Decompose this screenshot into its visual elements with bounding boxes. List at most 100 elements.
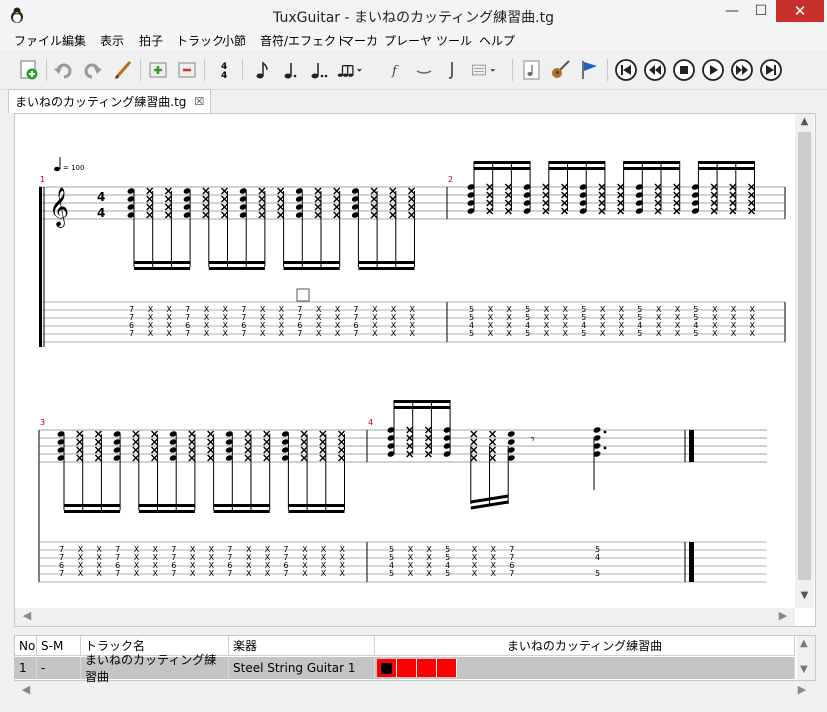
menu-tools[interactable]: ツール: [436, 32, 472, 49]
rest-icon[interactable]: [439, 57, 465, 83]
scroll-right-arrow-icon[interactable]: ▶: [775, 609, 791, 622]
note-head: [507, 439, 515, 445]
track-no[interactable]: 1: [15, 657, 37, 679]
menu-edit[interactable]: 編集: [62, 32, 86, 49]
add-measure-icon[interactable]: [145, 57, 171, 83]
eighth-note-icon[interactable]: [249, 57, 275, 83]
track-instrument[interactable]: Steel String Guitar 1: [229, 657, 375, 679]
tab-fret-number: 5: [445, 569, 450, 578]
note-head: [146, 211, 154, 219]
note-head: [408, 187, 415, 195]
close-button[interactable]: ✕: [776, 0, 824, 22]
tab-fret-number: X: [472, 569, 478, 578]
note-head: [76, 454, 84, 462]
track-dropdown-icon[interactable]: [470, 57, 496, 83]
menu-track[interactable]: トラック: [176, 32, 224, 49]
track-scroll-left-icon[interactable]: ◀: [18, 683, 34, 696]
header-no[interactable]: No: [15, 636, 37, 656]
svg-text:4: 4: [221, 71, 227, 81]
next-icon[interactable]: [729, 57, 755, 83]
tab-fret-number: X: [153, 569, 159, 578]
menu-composition[interactable]: 拍子: [139, 32, 163, 49]
menu-help[interactable]: ヘルプ: [479, 32, 515, 49]
minimize-button[interactable]: —: [718, 0, 746, 22]
horizontal-scrollbar[interactable]: ◀ ▶: [15, 608, 795, 626]
play-icon[interactable]: [700, 57, 726, 83]
tab-fret-number: 5: [637, 329, 642, 338]
track-name[interactable]: まいねのカッティング練習曲: [81, 653, 229, 684]
redo-icon[interactable]: [79, 57, 105, 83]
note-head: [258, 203, 266, 211]
track-scroll-down-icon[interactable]: ▼: [800, 664, 808, 675]
document-tab-label: まいねのカッティング練習曲.tg: [15, 95, 187, 109]
tab-fret-number: 7: [297, 329, 302, 338]
header-instrument[interactable]: 楽器: [229, 636, 375, 656]
note-head: [338, 446, 345, 454]
beam: [548, 161, 605, 164]
vertical-scroll-thumb[interactable]: [798, 132, 811, 580]
note-head: [221, 187, 228, 195]
note-head: [263, 454, 271, 462]
track-table-scrollbar[interactable]: ▲ ▼: [797, 636, 815, 680]
tab-fret-number: X: [619, 329, 625, 338]
double-dotted-note-icon[interactable]: [305, 57, 331, 83]
tuplet-icon[interactable]: [336, 57, 362, 83]
guitar-icon[interactable]: [547, 57, 573, 83]
note-head: [151, 430, 158, 438]
undo-icon[interactable]: [51, 57, 77, 83]
menu-note-effect[interactable]: 音符/エフェクト: [260, 32, 348, 49]
note-head: [507, 431, 515, 437]
beam: [623, 161, 680, 164]
beam: [64, 504, 121, 507]
measure-cell-4[interactable]: [437, 659, 457, 677]
dynamics-icon[interactable]: f: [383, 57, 409, 83]
last-icon[interactable]: [758, 57, 784, 83]
note-head: [489, 438, 496, 446]
track-scroll-up-icon[interactable]: ▲: [800, 638, 808, 649]
new-file-icon[interactable]: [16, 57, 42, 83]
tie-icon[interactable]: [411, 57, 437, 83]
remove-measure-icon[interactable]: [174, 57, 200, 83]
measure-cell-1[interactable]: [377, 659, 397, 677]
first-icon[interactable]: [613, 57, 639, 83]
note-head: [244, 454, 252, 462]
track-solo-mute[interactable]: -: [37, 657, 81, 679]
menu-file[interactable]: ファイル: [14, 32, 62, 49]
time-signature-icon[interactable]: 44: [212, 57, 238, 83]
menu-measure[interactable]: 小節: [222, 32, 246, 49]
previous-icon[interactable]: [642, 57, 668, 83]
score-sheet[interactable]: 1 2𝄞 44= 1003 47767XXXXXXXX7767XXXXXXXX7767…: [15, 114, 795, 608]
note-head: [408, 203, 415, 211]
vertical-scrollbar[interactable]: ▲ ▼: [795, 114, 814, 608]
beam: [698, 167, 755, 170]
stop-icon[interactable]: [671, 57, 697, 83]
note-head: [470, 446, 478, 454]
menu-view[interactable]: 表示: [100, 32, 124, 49]
instrument-note-icon[interactable]: [519, 57, 545, 83]
note-head: [258, 211, 266, 219]
scroll-left-arrow-icon[interactable]: ◀: [19, 609, 35, 622]
dotted-note-icon[interactable]: [277, 57, 303, 83]
header-solo-mute[interactable]: S-M: [37, 636, 81, 656]
close-tab-icon[interactable]: ☒: [194, 95, 204, 108]
document-tab[interactable]: まいねのカッティング練習曲.tg ☒: [8, 89, 212, 113]
track-scroll-right-icon[interactable]: ▶: [794, 683, 810, 696]
track-horizontal-scrollbar[interactable]: ◀ ▶: [14, 681, 814, 699]
scroll-down-arrow-icon[interactable]: ▼: [795, 590, 814, 606]
edit-pen-icon[interactable]: [110, 57, 136, 83]
menu-player[interactable]: プレーヤ: [384, 32, 432, 49]
note-head: [244, 438, 252, 446]
measure-cell-2[interactable]: [397, 659, 417, 677]
tab-fret-number: X: [491, 569, 497, 578]
header-song-title[interactable]: まいねのカッティング練習曲: [375, 636, 795, 656]
track-table: No S-M トラック名 楽器 まいねのカッティング練習曲 1 - まいねのカッ…: [14, 635, 816, 684]
score-canvas[interactable]: 1 2 𝄞 4 4 = 100 3 4 7 7 6 7 X X X X X X X X 7 7 6 7 X X X X X X X X 7 7 6 7…: [15, 114, 795, 608]
measure-cell-3[interactable]: [417, 659, 437, 677]
scroll-up-arrow-icon[interactable]: ▲: [795, 116, 814, 132]
tab-fret-number: 5: [693, 329, 698, 338]
menu-marker[interactable]: マーカ: [342, 32, 378, 49]
tab-fret-number: X: [321, 569, 327, 578]
note-head: [151, 454, 158, 462]
marker-flag-icon[interactable]: [576, 57, 602, 83]
maximize-button[interactable]: ☐: [747, 0, 775, 22]
